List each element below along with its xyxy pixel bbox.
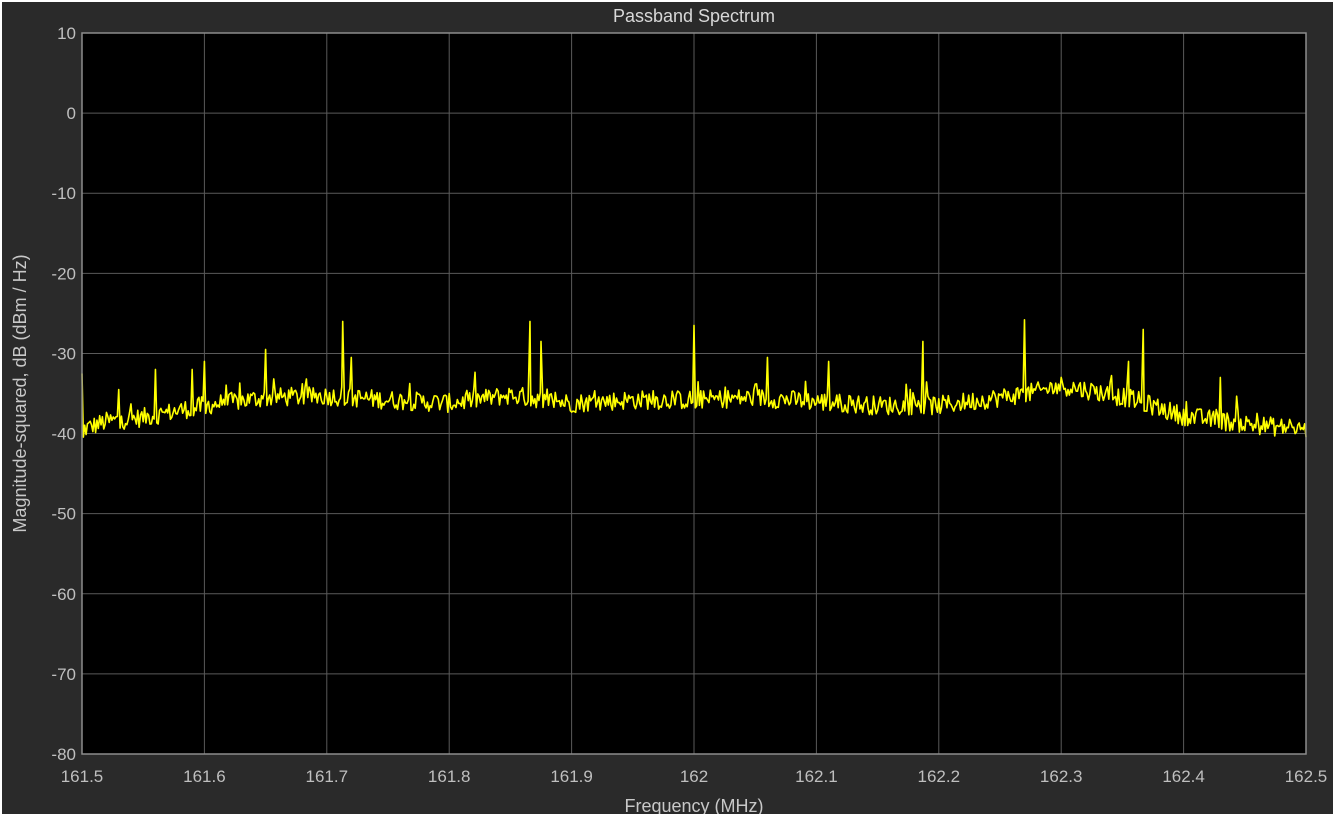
y-tick-label: 0 xyxy=(67,104,76,123)
y-tick-labels: 10 0 -10 -20 -30 -40 -50 -60 -70 -80 xyxy=(51,24,76,764)
y-tick-label: -30 xyxy=(51,344,76,363)
y-tick-label: -10 xyxy=(51,184,76,203)
y-tick-label: -40 xyxy=(51,425,76,444)
figure: Passband Spectrum 161.5 161.6 161.7 161.8 16… xyxy=(0,0,1335,816)
x-tick-label: 161.7 xyxy=(306,767,349,786)
chart-title: Passband Spectrum xyxy=(613,6,775,26)
x-tick-label: 162.2 xyxy=(918,767,961,786)
y-tick-label: -50 xyxy=(51,505,76,524)
y-tick-label: -70 xyxy=(51,665,76,684)
y-tick-label: -60 xyxy=(51,585,76,604)
figure-frame: Passband Spectrum 161.5 161.6 161.7 161.8 16… xyxy=(2,2,1333,814)
y-tick-label: -20 xyxy=(51,264,76,283)
y-axis-title: Magnitude-squared, dB (dBm / Hz) xyxy=(10,254,30,532)
x-tick-label: 162.1 xyxy=(795,767,838,786)
y-tick-label: 10 xyxy=(57,24,76,43)
x-tick-label: 161.6 xyxy=(183,767,226,786)
x-axis-title: Frequency (MHz) xyxy=(624,796,763,814)
x-tick-label: 162.3 xyxy=(1040,767,1083,786)
x-tick-label: 161.8 xyxy=(428,767,471,786)
x-tick-label: 162.5 xyxy=(1285,767,1328,786)
x-tick-label: 162 xyxy=(680,767,708,786)
x-tick-label: 161.5 xyxy=(61,767,104,786)
spectrum-chart: Passband Spectrum 161.5 161.6 161.7 161.8 16… xyxy=(2,2,1333,814)
x-tick-labels: 161.5 161.6 161.7 161.8 161.9 162 162.1 162.2 16… xyxy=(61,767,1328,786)
x-tick-label: 161.9 xyxy=(550,767,593,786)
y-tick-label: -80 xyxy=(51,745,76,764)
x-tick-label: 162.4 xyxy=(1162,767,1205,786)
